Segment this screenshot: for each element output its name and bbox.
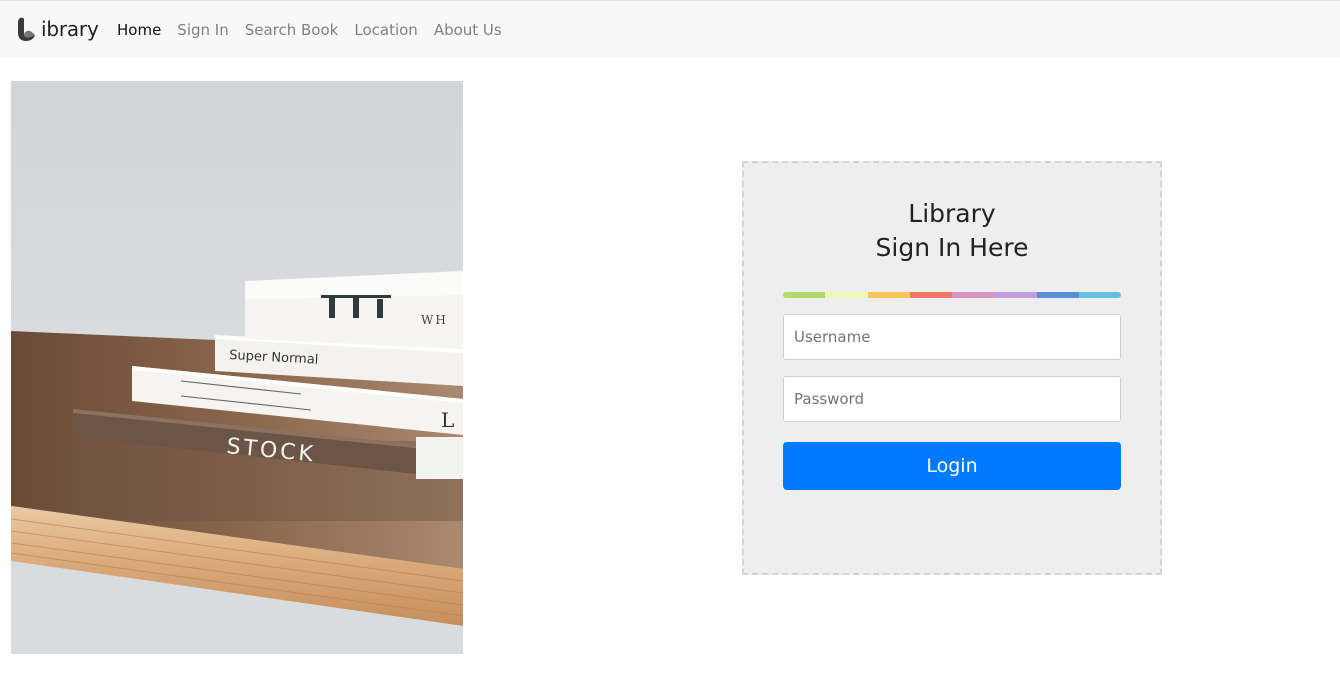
stylized-l-logo-icon xyxy=(18,17,35,41)
rainbow-divider xyxy=(783,292,1121,298)
rainbow-segment xyxy=(952,292,995,298)
rainbow-segment xyxy=(1078,292,1121,298)
rainbow-segment xyxy=(994,292,1037,298)
login-title: Library Sign In Here xyxy=(744,197,1160,265)
svg-text:L: L xyxy=(441,408,454,432)
nav-link-about-us[interactable]: About Us xyxy=(434,21,502,39)
brand-text: ibrary xyxy=(41,17,99,41)
rainbow-segment xyxy=(1036,292,1079,298)
username-input[interactable] xyxy=(783,314,1121,360)
brand[interactable]: ibrary xyxy=(16,16,99,42)
nav-link-search-book[interactable]: Search Book xyxy=(245,21,339,39)
rainbow-segment xyxy=(867,292,910,298)
rainbow-segment xyxy=(909,292,952,298)
rainbow-segment xyxy=(783,292,826,298)
login-title-line2: Sign In Here xyxy=(875,233,1029,262)
login-panel: Library Sign In Here Login xyxy=(742,161,1162,575)
nav-links: Home Sign In Search Book Location About … xyxy=(117,21,518,39)
password-input[interactable] xyxy=(783,376,1121,422)
login-title-line1: Library xyxy=(908,199,996,228)
nav-link-home[interactable]: Home xyxy=(117,21,161,39)
books-photo: STOCK L Super Normal WH xyxy=(11,81,463,654)
navbar: ibrary Home Sign In Search Book Location… xyxy=(0,0,1340,57)
rainbow-segment xyxy=(825,292,868,298)
nav-link-location[interactable]: Location xyxy=(354,21,417,39)
login-button[interactable]: Login xyxy=(783,442,1121,490)
nav-link-sign-in[interactable]: Sign In xyxy=(177,21,228,39)
svg-text:WH: WH xyxy=(421,313,448,327)
